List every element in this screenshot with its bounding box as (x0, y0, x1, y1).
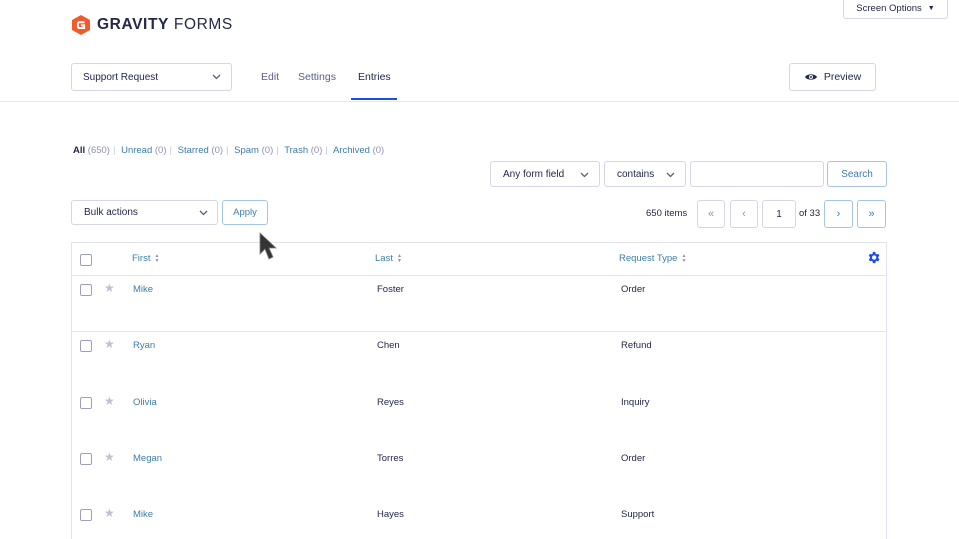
chevron-down-icon (580, 172, 589, 178)
column-request-type[interactable]: Request Type ▲ ▼ (619, 253, 686, 264)
star-icon[interactable]: ★ (104, 506, 115, 520)
first-page-button[interactable]: « (697, 200, 725, 228)
form-selector-value: Support Request (83, 71, 159, 83)
table-row[interactable]: ★ Megan Torres Order (72, 445, 886, 501)
chevron-down-icon (212, 74, 221, 80)
prev-page-button[interactable]: ‹ (730, 200, 758, 228)
star-icon[interactable]: ★ (104, 394, 115, 408)
tab-entries[interactable]: Entries (358, 71, 391, 83)
table-row[interactable]: ★ Olivia Reyes Inquiry (72, 389, 886, 445)
row-checkbox[interactable] (80, 284, 92, 296)
screen-options-button[interactable]: Screen Options ▼ (843, 0, 948, 19)
sort-icon: ▲ ▼ (154, 252, 160, 264)
row-checkbox[interactable] (80, 397, 92, 409)
cell-last: Hayes (377, 509, 404, 520)
search-field-value: Any form field (503, 168, 565, 180)
apply-button[interactable]: Apply (222, 200, 268, 225)
cell-request-type: Order (621, 453, 646, 464)
cell-last: Foster (377, 284, 404, 295)
search-operator-value: contains (617, 168, 655, 180)
tab-settings[interactable]: Settings (298, 71, 336, 83)
entries-table: First ▲ ▼ Last ▲ ▼ Request Type ▲ ▼ ★ Mike … (71, 242, 887, 539)
view-all-count: (650) (87, 145, 110, 156)
current-page-input[interactable]: 1 (762, 200, 796, 228)
bulk-actions-select[interactable]: Bulk actions (71, 200, 218, 225)
active-tab-indicator (351, 98, 397, 100)
cell-request-type: Inquiry (621, 397, 650, 408)
view-unread-count: (0) (154, 145, 167, 156)
sort-icon: ▲ ▼ (396, 252, 402, 264)
cell-request-type: Order (621, 284, 646, 295)
tab-edit[interactable]: Edit (261, 71, 279, 83)
view-starred[interactable]: Starred (178, 145, 209, 156)
preview-label: Preview (823, 71, 862, 83)
cell-first[interactable]: Mike (133, 509, 153, 520)
column-last[interactable]: Last ▲ ▼ (375, 253, 402, 264)
cell-first[interactable]: Olivia (133, 397, 157, 408)
bulk-actions-value: Bulk actions (84, 207, 138, 218)
brand-name: GRAVITY FORMS (97, 16, 233, 33)
last-page-button[interactable]: » (857, 200, 886, 228)
chevron-down-icon (666, 172, 675, 178)
view-spam[interactable]: Spam (234, 145, 259, 156)
cell-first[interactable]: Ryan (133, 340, 155, 351)
chevron-down-icon (199, 210, 208, 216)
view-starred-count: (0) (211, 145, 224, 156)
total-pages: of 33 (799, 208, 821, 219)
cell-last: Reyes (377, 397, 404, 408)
cell-last: Chen (377, 340, 400, 351)
entry-views: All (650) | Unread (0) | Starred (0) | Spam… (73, 145, 385, 156)
cell-first[interactable]: Mike (133, 284, 153, 295)
caret-down-icon: ▼ (927, 4, 935, 12)
table-row[interactable]: ★ Mike Foster Order (72, 276, 886, 332)
column-first-label: First (132, 253, 151, 264)
gravity-forms-logo[interactable]: GRAVITY FORMS (71, 14, 233, 36)
select-all-checkbox[interactable] (80, 254, 92, 266)
search-button[interactable]: Search (827, 161, 887, 187)
star-icon[interactable]: ★ (104, 281, 115, 295)
row-checkbox[interactable] (80, 509, 92, 521)
row-checkbox[interactable] (80, 453, 92, 465)
view-all[interactable]: All (73, 145, 85, 156)
cell-request-type: Support (621, 509, 655, 520)
table-row[interactable]: ★ Ryan Chen Refund (72, 332, 886, 388)
search-input[interactable] (690, 161, 824, 187)
screen-options-label: Screen Options (856, 2, 922, 14)
view-trash[interactable]: Trash (284, 145, 308, 156)
view-trash-count: (0) (310, 145, 323, 156)
cell-request-type: Refund (621, 340, 652, 351)
table-header: First ▲ ▼ Last ▲ ▼ Request Type ▲ ▼ (72, 243, 886, 276)
column-request-type-label: Request Type (619, 253, 678, 264)
cell-last: Torres (377, 453, 404, 464)
column-last-label: Last (375, 253, 393, 264)
header-divider (0, 101, 959, 102)
star-icon[interactable]: ★ (104, 337, 115, 351)
view-spam-count: (0) (261, 145, 274, 156)
mouse-pointer-icon (259, 232, 278, 260)
search-operator-select[interactable]: contains (604, 161, 686, 187)
gear-icon[interactable] (866, 250, 881, 265)
view-unread[interactable]: Unread (121, 145, 152, 156)
items-count: 650 items (646, 208, 688, 219)
next-page-button[interactable]: › (824, 200, 853, 228)
gravity-forms-logo-icon (72, 15, 90, 35)
table-row[interactable]: ★ Mike Hayes Support (72, 501, 886, 539)
search-field-select[interactable]: Any form field (490, 161, 600, 187)
preview-button[interactable]: Preview (789, 63, 876, 91)
column-first[interactable]: First ▲ ▼ (132, 253, 159, 264)
view-archived-count: (0) (372, 145, 385, 156)
view-archived[interactable]: Archived (333, 145, 370, 156)
sort-icon: ▲ ▼ (681, 252, 687, 264)
row-checkbox[interactable] (80, 340, 92, 352)
star-icon[interactable]: ★ (104, 450, 115, 464)
cell-first[interactable]: Megan (133, 453, 162, 464)
eye-icon (804, 74, 817, 80)
form-selector[interactable]: Support Request (71, 63, 232, 91)
